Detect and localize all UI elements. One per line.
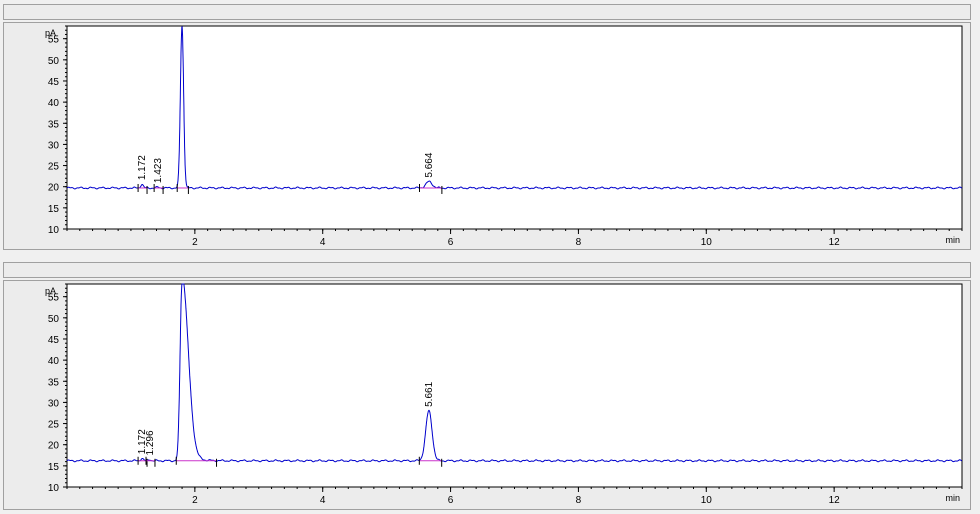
x-tick-label: 2: [192, 495, 198, 506]
y-tick-label: 15: [48, 462, 60, 473]
y-tick-label: 10: [48, 483, 60, 494]
y-tick-label: 35: [48, 377, 60, 388]
x-tick-label: 12: [829, 495, 841, 506]
x-axis-label: min: [945, 235, 960, 245]
chromatogram-2: 10152025303540455055pA2 4 6 8 10 12 min1.1721.…: [45, 255, 963, 506]
plot-area: [66, 25, 963, 230]
y-tick-label: 45: [48, 77, 60, 88]
y-axis-label: pA: [45, 286, 56, 296]
y-tick-label: 30: [48, 398, 60, 409]
x-tick-label: 8: [576, 237, 582, 248]
x-tick-label: 4: [320, 237, 326, 248]
x-tick-label: 10: [701, 237, 713, 248]
y-tick-label: 30: [48, 140, 60, 151]
peak-label: 5.664: [424, 152, 435, 177]
y-tick-label: 45: [48, 335, 60, 346]
x-tick-label: 10: [701, 495, 713, 506]
y-tick-label: 20: [48, 183, 60, 194]
x-tick-label: 6: [448, 237, 454, 248]
y-tick-label: 50: [48, 314, 60, 325]
chart-2-panel: 10 15 20 25 30 35 40 45 50 55 pA 2 4 6 8 10 12 min 1.172 1.…: [3, 255, 971, 510]
peak-label: 5.661: [424, 381, 435, 406]
y-tick-label: 40: [48, 356, 60, 367]
peak-label: 1.296: [145, 430, 156, 455]
x-tick-label: 4: [320, 495, 326, 506]
y-tick-label: 10: [48, 225, 60, 236]
x-tick-label: 2: [192, 237, 198, 248]
y-tick-label: 25: [48, 162, 60, 173]
y-tick-label: 25: [48, 420, 60, 431]
chromatogram-1: 10152025303540455055pA2 4 6 8 10 12 min1.172 1.…: [45, 0, 963, 248]
chart-1-header: [3, 4, 971, 20]
y-tick-label: 15: [48, 204, 60, 215]
peak-label: 1.172: [137, 155, 148, 180]
chart-2-header: [3, 262, 971, 278]
peak-label: 1.423: [153, 158, 164, 183]
y-tick-label: 20: [48, 441, 60, 452]
chart-1-panel: 10 15 20 25 30 35 40 45 50 55 pA 2 4 6 8 10 12 min 1.172 1.…: [3, 0, 971, 250]
plot-area: [66, 283, 963, 488]
x-tick-label: 6: [448, 495, 454, 506]
y-axis-label: pA: [45, 28, 56, 38]
y-tick-label: 50: [48, 56, 60, 67]
y-tick-label: 35: [48, 119, 60, 130]
x-tick-label: 8: [576, 495, 582, 506]
x-tick-label: 12: [829, 237, 841, 248]
y-tick-label: 40: [48, 98, 60, 109]
x-axis-label: min: [945, 493, 960, 503]
